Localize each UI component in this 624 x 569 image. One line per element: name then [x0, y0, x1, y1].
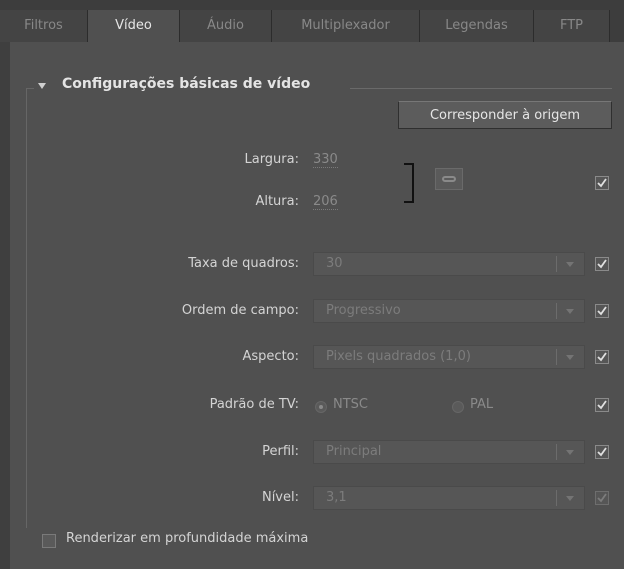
aspect-label: Aspecto: [242, 349, 300, 364]
profile-label: Perfil: [262, 444, 299, 459]
checkbox-checked-icon [595, 257, 609, 271]
height-label: Altura: [255, 194, 299, 209]
tv-standard-checkbox[interactable] [595, 398, 609, 412]
render-max-depth-checkbox[interactable] [42, 534, 56, 548]
tab-filtros[interactable]: Filtros [0, 10, 88, 42]
checkbox-checked-icon [595, 445, 609, 459]
section-title[interactable]: Configurações básicas de vídeo [62, 76, 310, 92]
tab-legendas[interactable]: Legendas [420, 10, 534, 42]
checkbox-checked-disabled-icon [595, 491, 609, 505]
tab-multiplexador[interactable]: Multiplexador [272, 10, 420, 42]
checkbox-checked-icon [595, 350, 609, 364]
chevron-down-icon [566, 355, 574, 360]
level-label: Nível: [261, 490, 299, 505]
pal-label: PAL [470, 397, 494, 412]
frame-rate-value: 30 [326, 256, 343, 271]
profile-checkbox[interactable] [595, 445, 609, 459]
checkbox-checked-icon [595, 304, 609, 318]
chevron-down-icon [566, 262, 574, 267]
height-value[interactable]: 206 [313, 194, 338, 210]
field-order-checkbox[interactable] [595, 304, 609, 318]
radio-pal[interactable] [452, 401, 464, 413]
section-frame-top [26, 88, 34, 89]
width-label: Largura: [244, 152, 299, 167]
frame-rate-select[interactable]: 30 [313, 252, 585, 276]
field-order-value: Progressivo [326, 303, 401, 318]
aspect-value: Pixels quadrados (1,0) [326, 349, 471, 364]
frame-rate-label: Taxa de quadros: [188, 256, 299, 271]
frame-rate-checkbox[interactable] [595, 257, 609, 271]
collapse-triangle-icon[interactable] [38, 83, 46, 89]
section-divider [350, 88, 612, 89]
tab-video[interactable]: Vídeo [88, 10, 180, 44]
chevron-down-icon [566, 309, 574, 314]
level-value: 3,1 [326, 490, 347, 505]
tv-standard-label: Padrão de TV: [209, 397, 299, 412]
level-checkbox[interactable] [595, 491, 609, 505]
field-order-label: Ordem de campo: [181, 303, 299, 318]
checkbox-checked-icon [595, 176, 609, 190]
tab-audio[interactable]: Áudio [180, 10, 272, 42]
profile-select[interactable]: Principal [313, 440, 585, 464]
chevron-down-icon [566, 496, 574, 501]
level-select[interactable]: 3,1 [313, 486, 585, 510]
profile-value: Principal [326, 444, 382, 459]
aspect-checkbox[interactable] [595, 350, 609, 364]
render-max-depth-label: Renderizar em profundidade máxima [66, 531, 309, 546]
match-source-button[interactable]: Corresponder à origem [398, 101, 612, 129]
tab-strip: Filtros Vídeo Áudio Multiplexador Legend… [0, 0, 624, 44]
radio-ntsc[interactable] [315, 401, 327, 413]
width-value[interactable]: 330 [313, 152, 338, 168]
tab-ftp[interactable]: FTP [534, 10, 610, 42]
dimensions-checkbox[interactable] [595, 176, 609, 190]
left-gutter [0, 42, 10, 569]
aspect-select[interactable]: Pixels quadrados (1,0) [313, 345, 585, 369]
link-icon[interactable] [435, 168, 463, 190]
aspect-link-bracket [404, 163, 414, 203]
field-order-select[interactable]: Progressivo [313, 299, 585, 323]
checkbox-checked-icon [595, 398, 609, 412]
ntsc-label: NTSC [333, 397, 368, 412]
chevron-down-icon [566, 450, 574, 455]
section-frame-left [26, 88, 27, 528]
